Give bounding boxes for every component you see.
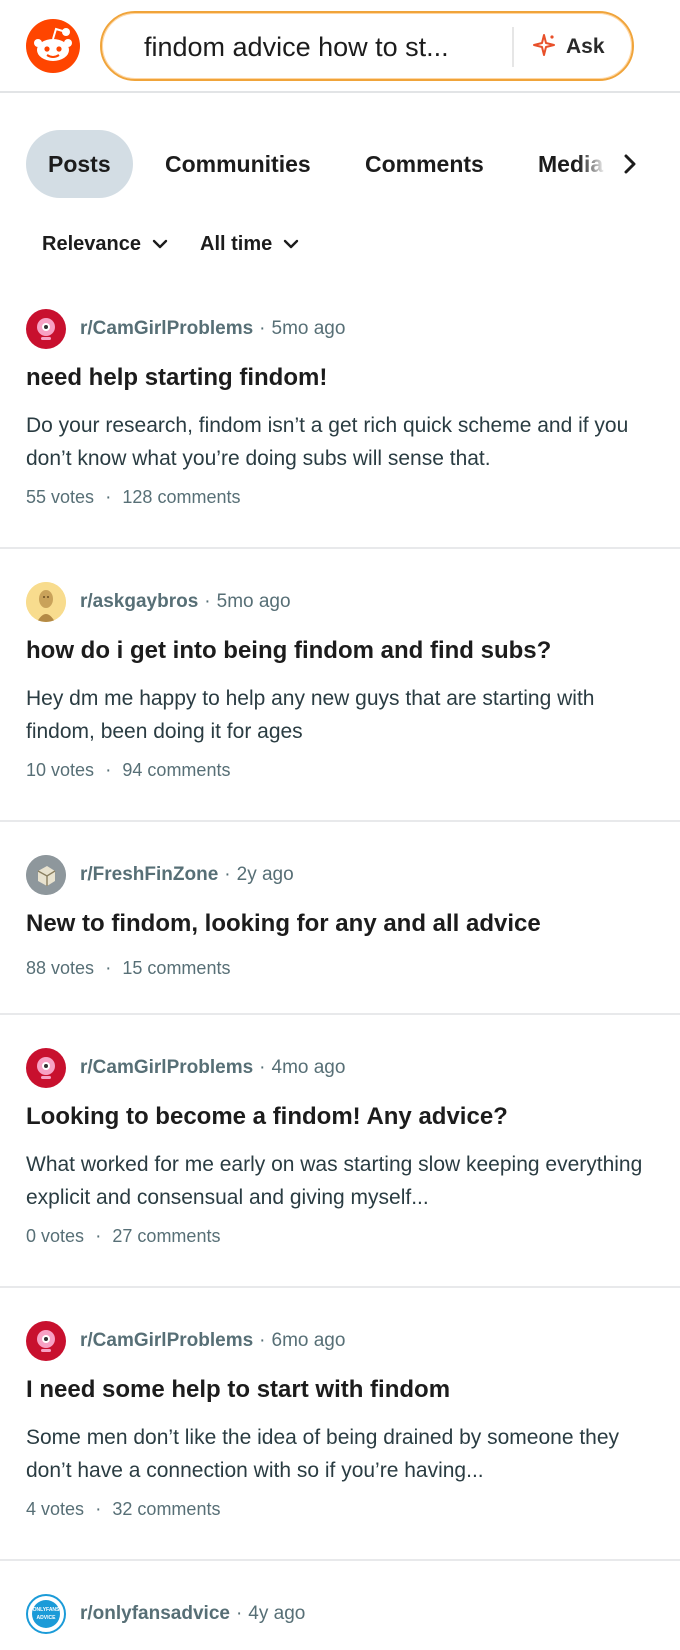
onlyfans-advice-avatar-icon[interactable]: ONLYFANS ADVICE — [26, 1594, 66, 1634]
subreddit-link[interactable]: r/CamGirlProblems — [80, 1330, 253, 1352]
comment-count: 128 comments — [122, 487, 241, 507]
subreddit-link[interactable]: r/onlyfansadvice — [80, 1603, 230, 1625]
tab-posts[interactable]: Posts — [26, 130, 133, 198]
post-title[interactable]: I need some help to start with findom — [26, 1376, 450, 1404]
post-snippet: What worked for me early on was starting… — [26, 1153, 643, 1209]
post-age: 6mo ago — [271, 1330, 346, 1351]
post-title[interactable]: Looking to become a findom! Any advice? — [26, 1103, 508, 1131]
post-age: 5mo ago — [271, 318, 346, 339]
post-snippet: Hey dm me happy to help any new guys tha… — [26, 687, 595, 743]
post-age: 2y ago — [236, 864, 294, 885]
post-card[interactable]: r/FreshFinZone · 2y ago New to findom, l… — [0, 855, 680, 1015]
post-snippet: Some men don’t like the idea of being dr… — [26, 1426, 620, 1482]
post-card[interactable]: ONLYFANS ADVICE r/onlyfansadvice · 4y ago — [0, 1594, 680, 1650]
chevron-right-icon[interactable] — [612, 146, 648, 182]
post-age: 5mo ago — [216, 591, 291, 612]
separator: · — [259, 1057, 266, 1078]
vote-count: 4 votes — [26, 1499, 85, 1519]
chevron-down-icon — [284, 239, 299, 249]
post-title[interactable]: New to findom, looking for any and all a… — [26, 910, 541, 938]
webcam-icon[interactable] — [26, 1048, 66, 1088]
svg-text:ADVICE: ADVICE — [37, 1615, 57, 1621]
comment-count: 32 comments — [112, 1499, 221, 1519]
subreddit-link[interactable]: r/askgaybros — [80, 591, 198, 613]
separator: · — [105, 760, 112, 781]
webcam-icon[interactable] — [26, 1321, 66, 1361]
ask-label: Ask — [566, 35, 605, 58]
svg-text:ONLYFANS: ONLYFANS — [33, 1607, 60, 1613]
separator: · — [224, 864, 231, 885]
subreddit-link[interactable]: r/CamGirlProblems — [80, 1057, 253, 1079]
cube-avatar-icon[interactable] — [26, 855, 66, 895]
separator: · — [235, 1603, 243, 1624]
vote-count: 10 votes — [26, 760, 95, 780]
comment-count: 15 comments — [122, 958, 231, 978]
sparkle-icon — [532, 33, 556, 62]
post-stats: 4 votes · 32 comments — [26, 1499, 220, 1521]
ask-button[interactable]: Ask — [532, 25, 622, 69]
separator: · — [204, 591, 211, 612]
time-dropdown[interactable]: All time — [200, 224, 300, 264]
post-title[interactable]: need help starting findom! — [26, 364, 327, 392]
comment-count: 27 comments — [112, 1226, 221, 1246]
sort-dropdown[interactable]: Relevance — [42, 224, 169, 264]
vote-count: 88 votes — [26, 958, 95, 978]
post-card[interactable]: r/CamGirlProblems · 5mo ago need help st… — [0, 309, 680, 549]
post-snippet: Do your research, findom isn’t a get ric… — [26, 414, 629, 470]
post-stats: 88 votes · 15 comments — [26, 958, 230, 980]
webcam-icon[interactable] — [26, 309, 66, 349]
search-divider — [512, 27, 514, 67]
vote-count: 55 votes — [26, 487, 95, 507]
post-card[interactable]: r/CamGirlProblems · 6mo ago I need some … — [0, 1321, 680, 1561]
separator: · — [95, 1226, 102, 1247]
post-stats: 10 votes · 94 comments — [26, 760, 230, 782]
subreddit-link[interactable]: r/CamGirlProblems — [80, 318, 253, 340]
search-input[interactable]: findom advice how to st... Ask — [100, 11, 634, 81]
post-title[interactable]: how do i get into being findom and find … — [26, 637, 551, 665]
tab-communities[interactable]: Communities — [165, 130, 311, 198]
top-bar: findom advice how to st... Ask — [0, 0, 680, 93]
post-age: 4y ago — [248, 1603, 306, 1624]
comment-count: 94 comments — [122, 760, 231, 780]
separator: · — [95, 1499, 102, 1520]
post-card[interactable]: r/CamGirlProblems · 4mo ago Looking to b… — [0, 1048, 680, 1288]
search-filters: Relevance All time — [0, 224, 680, 264]
time-label: All time — [200, 232, 273, 255]
separator: · — [259, 1330, 266, 1351]
chevron-down-icon — [152, 239, 168, 249]
tab-comments[interactable]: Comments — [365, 130, 484, 198]
tab-media[interactable]: Media — [538, 130, 606, 198]
sort-label: Relevance — [42, 232, 141, 255]
search-result-tabs: Posts Communities Comments Media — [0, 130, 680, 198]
post-stats: 55 votes · 128 comments — [26, 487, 240, 509]
statue-avatar-icon[interactable] — [26, 582, 66, 622]
reddit-logo-icon[interactable] — [26, 19, 80, 73]
separator: · — [105, 487, 112, 508]
post-age: 4mo ago — [271, 1057, 346, 1078]
separator: · — [105, 958, 112, 979]
post-card[interactable]: r/askgaybros · 5mo ago how do i get into… — [0, 582, 680, 822]
separator: · — [259, 318, 266, 339]
search-query: findom advice how to st... — [144, 32, 449, 62]
vote-count: 0 votes — [26, 1226, 85, 1246]
post-stats: 0 votes · 27 comments — [26, 1226, 220, 1248]
subreddit-link[interactable]: r/FreshFinZone — [80, 864, 218, 886]
